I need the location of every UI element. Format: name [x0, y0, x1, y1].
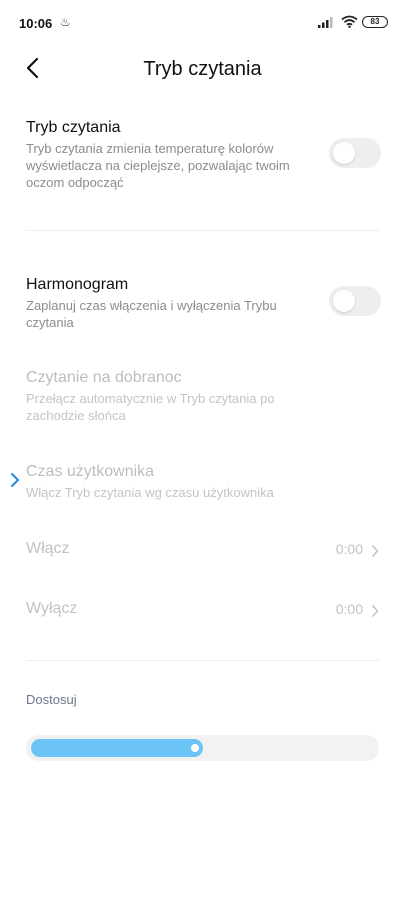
custom-time-description: Włącz Tryb czytania wg czasu użytkownika	[26, 485, 274, 500]
turn-off-row[interactable]: Wyłącz 0:00	[26, 600, 381, 624]
status-time: 10:06	[19, 16, 53, 31]
schedule-toggle[interactable]	[329, 286, 381, 316]
signal-icon	[318, 17, 333, 28]
turn-on-label: Włącz	[26, 540, 70, 557]
toggle-knob	[333, 290, 355, 312]
chevron-right-icon	[371, 604, 379, 618]
page-title: Tryb czytania	[143, 58, 262, 80]
turn-on-value: 0:00	[335, 541, 363, 557]
schedule-title: Harmonogram	[26, 276, 129, 293]
battery-indicator: 83	[362, 16, 388, 28]
bedtime-reading-title: Czytanie na dobranoc	[26, 369, 182, 386]
custom-time-row[interactable]: Czas użytkownika Włącz Tryb czytania wg …	[26, 462, 381, 502]
slider-fill	[31, 739, 203, 757]
turn-off-label: Wyłącz	[26, 600, 78, 617]
adjust-slider[interactable]	[26, 735, 379, 761]
toggle-knob	[333, 142, 355, 164]
notification-icon: ♨	[60, 15, 71, 29]
wifi-icon	[341, 15, 358, 28]
turn-off-value: 0:00	[335, 601, 363, 617]
reading-mode-description: Tryb czytania zmienia temperaturę koloró…	[26, 141, 290, 190]
status-bar: 10:06 ♨ 83	[0, 0, 405, 46]
selected-chevron-icon	[11, 473, 19, 487]
schedule-description: Zaplanuj czas włączenia i wyłączenia Try…	[26, 298, 277, 330]
reading-mode-row[interactable]: Tryb czytania Tryb czytania zmienia temp…	[26, 118, 381, 194]
schedule-row[interactable]: Harmonogram Zaplanuj czas włączenia i wy…	[26, 275, 381, 331]
slider-thumb[interactable]	[191, 744, 199, 752]
turn-on-row[interactable]: Włącz 0:00	[26, 540, 381, 564]
divider	[26, 230, 380, 231]
reading-mode-title: Tryb czytania	[26, 119, 121, 136]
bedtime-reading-description: Przełącz automatycznie w Tryb czytania p…	[26, 391, 275, 423]
custom-time-title: Czas użytkownika	[26, 463, 155, 480]
bedtime-reading-row[interactable]: Czytanie na dobranoc Przełącz automatycz…	[26, 368, 381, 424]
chevron-right-icon	[371, 544, 379, 558]
adjust-label: Dostosuj	[26, 692, 77, 707]
divider	[26, 660, 380, 661]
header: Tryb czytania	[0, 46, 405, 94]
reading-mode-toggle[interactable]	[329, 138, 381, 168]
